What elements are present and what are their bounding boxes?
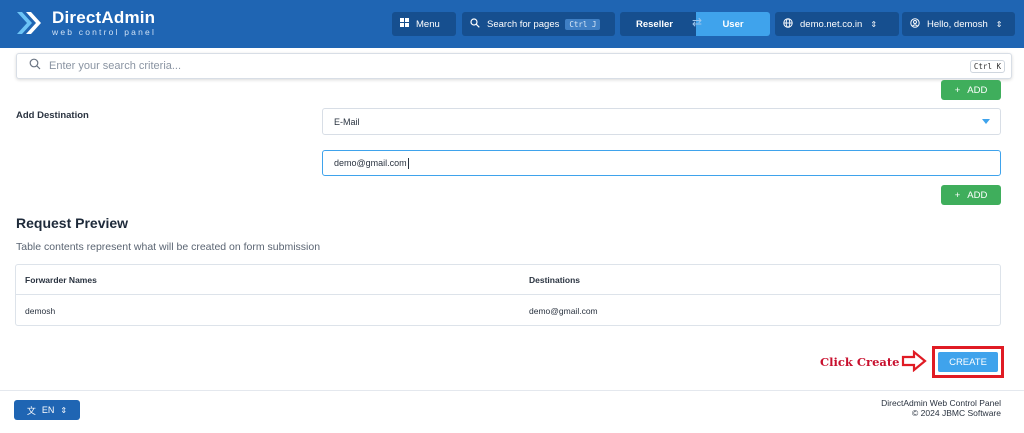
- plus-icon: +: [954, 84, 961, 96]
- footer-info: DirectAdmin Web Control Panel © 2024 JBM…: [881, 398, 1001, 418]
- translate-icon: 文: [26, 405, 36, 416]
- column-header-destinations: Destinations: [529, 274, 581, 285]
- preview-description: Table contents represent what will be cr…: [16, 241, 321, 253]
- swap-arrows-icon: ⇄: [692, 15, 703, 29]
- chevron-updown-icon: ⇕: [870, 19, 878, 29]
- destination-type-select[interactable]: E-Mail: [322, 108, 1001, 135]
- search-pages-shortcut: Ctrl J: [565, 18, 601, 30]
- search-icon: [29, 57, 41, 75]
- chevron-updown-icon: ⇕: [995, 19, 1003, 29]
- domain-label: demo.net.co.in: [800, 18, 863, 30]
- destination-email-field[interactable]: demo@gmail.com: [322, 150, 1001, 176]
- greeting-label: Hello, demosh: [927, 18, 988, 30]
- footer-divider: [0, 390, 1024, 391]
- preview-title: Request Preview: [16, 215, 129, 231]
- table-row: demosh demo@gmail.com: [16, 296, 1000, 326]
- search-input[interactable]: Enter your search criteria...: [49, 60, 181, 72]
- column-header-forwarder-names: Forwarder Names: [25, 274, 97, 285]
- click-create-annotation: Click Create: [820, 355, 900, 369]
- global-search-bar[interactable]: Enter your search criteria... Ctrl K: [16, 53, 1012, 79]
- text-cursor: [407, 157, 409, 169]
- footer-product: DirectAdmin Web Control Panel: [881, 398, 1001, 408]
- preview-table: Forwarder Names Destinations demosh demo…: [15, 264, 1001, 326]
- role-user[interactable]: User: [696, 12, 770, 36]
- right-arrow-icon: [901, 349, 927, 377]
- search-pages-label: Search for pages: [487, 18, 560, 30]
- create-button[interactable]: CREATE: [938, 352, 998, 372]
- grid-icon: [400, 18, 409, 30]
- search-shortcut: Ctrl K: [969, 60, 1005, 73]
- user-icon: [910, 17, 920, 31]
- top-navbar: DirectAdmin web control panel Menu Searc…: [0, 0, 1024, 48]
- search-icon: [470, 17, 480, 31]
- create-highlight-box: CREATE: [932, 346, 1004, 378]
- menu-button[interactable]: Menu: [392, 12, 456, 36]
- domain-selector[interactable]: demo.net.co.in ⇕: [775, 12, 899, 36]
- globe-icon: [783, 17, 793, 31]
- cell-destination: demo@gmail.com: [529, 306, 598, 316]
- caret-down-icon: [982, 119, 990, 124]
- menu-label: Menu: [416, 18, 440, 30]
- directadmin-logo-icon: [14, 8, 44, 38]
- footer-copyright: © 2024 JBMC Software: [912, 408, 1001, 419]
- search-pages-button[interactable]: Search for pages Ctrl J: [462, 12, 615, 36]
- table-header: Forwarder Names Destinations: [16, 265, 1000, 295]
- add-destination-label: Add Destination: [16, 110, 89, 121]
- add-button[interactable]: + ADD: [941, 80, 1001, 100]
- language-selector[interactable]: 文 EN ⇕: [14, 400, 80, 420]
- brand-logo[interactable]: DirectAdmin web control panel: [14, 8, 156, 38]
- role-reseller[interactable]: Reseller: [620, 12, 696, 36]
- brand-subtitle: web control panel: [52, 27, 157, 38]
- chevron-updown-icon: ⇕: [60, 405, 68, 415]
- brand-title: DirectAdmin: [52, 8, 156, 28]
- cell-forwarder-name: demosh: [25, 306, 56, 316]
- plus-icon: +: [954, 189, 961, 201]
- add-destination-button[interactable]: + ADD: [941, 185, 1001, 205]
- user-menu[interactable]: Hello, demosh ⇕: [902, 12, 1015, 36]
